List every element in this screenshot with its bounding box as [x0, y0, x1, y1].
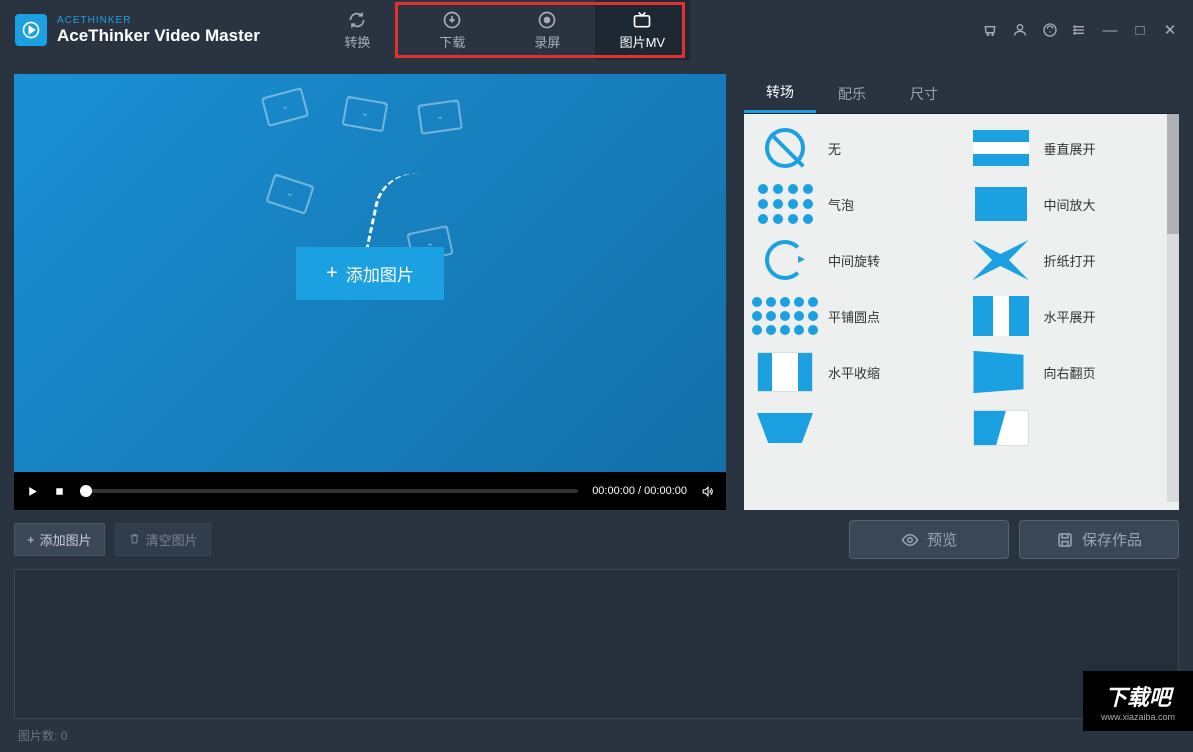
- app-logo: [15, 14, 47, 46]
- envelope-decoration: [342, 96, 389, 133]
- add-photo-button[interactable]: + 添加图片: [296, 247, 444, 300]
- main-area: + 添加图片 00:00:00 / 00:00:00 转场 配乐 尺寸 无 垂直…: [0, 60, 1193, 510]
- preview-column: + 添加图片 00:00:00 / 00:00:00: [14, 74, 726, 510]
- transition-flipright[interactable]: 向右翻页: [970, 348, 1170, 396]
- side-tabs: 转场 配乐 尺寸: [744, 74, 1179, 114]
- transition-bubble[interactable]: 气泡: [754, 180, 954, 228]
- close-button[interactable]: ✕: [1162, 22, 1178, 38]
- transition-origami[interactable]: 折纸打开: [970, 236, 1170, 284]
- tab-convert[interactable]: 转换: [310, 0, 405, 60]
- tab-music[interactable]: 配乐: [816, 74, 888, 113]
- side-panel: 转场 配乐 尺寸 无 垂直展开 气泡 中间放大 中间旋转 折纸打开 平铺圆点 水…: [744, 74, 1179, 510]
- transition-hexpand[interactable]: 水平展开: [970, 292, 1170, 340]
- time-display: 00:00:00 / 00:00:00: [592, 485, 687, 497]
- download-icon: [442, 10, 462, 30]
- player-controls: 00:00:00 / 00:00:00: [14, 472, 726, 510]
- save-icon: [1056, 531, 1074, 549]
- brand-subtitle: ACETHINKER: [57, 15, 260, 26]
- envelope-decoration: [265, 173, 314, 215]
- tab-record[interactable]: 录屏: [500, 0, 595, 60]
- transition-more1[interactable]: [754, 404, 954, 452]
- add-photo-small-button[interactable]: + 添加图片: [14, 523, 105, 556]
- footer-status: 图片数: 0: [0, 719, 1193, 752]
- preview-canvas[interactable]: + 添加图片: [14, 74, 726, 472]
- user-icon[interactable]: [1012, 22, 1028, 38]
- menu-icon[interactable]: [1072, 22, 1088, 38]
- envelope-decoration: [417, 99, 463, 135]
- transition-hshrink[interactable]: 水平收缩: [754, 348, 954, 396]
- volume-icon[interactable]: [701, 485, 714, 498]
- stop-icon[interactable]: [53, 485, 66, 498]
- transition-none[interactable]: 无: [754, 124, 954, 172]
- transitions-grid: 无 垂直展开 气泡 中间放大 中间旋转 折纸打开 平铺圆点 水平展开 水平收缩 …: [744, 114, 1179, 510]
- transition-vexpand[interactable]: 垂直展开: [970, 124, 1170, 172]
- watermark: 下载吧 www.xiazaiba.com: [1083, 671, 1193, 731]
- window-controls: — □ ✕: [982, 22, 1178, 38]
- envelope-decoration: [261, 87, 309, 127]
- tv-icon: [632, 10, 652, 30]
- brand-title: AceThinker Video Master: [57, 26, 260, 46]
- action-bar: + 添加图片 清空图片 预览 保存作品: [0, 510, 1193, 569]
- play-icon[interactable]: [26, 485, 39, 498]
- clear-photo-button[interactable]: 清空图片: [115, 523, 211, 556]
- transition-tiledots[interactable]: 平铺圆点: [754, 292, 954, 340]
- tab-download[interactable]: 下载: [405, 0, 500, 60]
- tab-size[interactable]: 尺寸: [888, 74, 960, 113]
- side-scrollbar[interactable]: [1167, 114, 1179, 502]
- tab-transition[interactable]: 转场: [744, 74, 816, 113]
- transition-rotate[interactable]: 中间旋转: [754, 236, 954, 284]
- trash-icon: [128, 532, 141, 548]
- support-icon[interactable]: [1042, 22, 1058, 38]
- minimize-button[interactable]: —: [1102, 22, 1118, 38]
- plus-icon: +: [27, 532, 35, 547]
- preview-button[interactable]: 预览: [849, 520, 1009, 559]
- refresh-icon: [347, 10, 367, 30]
- maximize-button[interactable]: □: [1132, 22, 1148, 38]
- tab-photomv[interactable]: 图片MV: [595, 0, 690, 60]
- plus-icon: +: [326, 262, 338, 285]
- progress-slider[interactable]: [80, 489, 578, 493]
- app-header: ACETHINKER AceThinker Video Master 转换 下载…: [0, 0, 1193, 60]
- cart-icon[interactable]: [982, 22, 998, 38]
- record-icon: [537, 10, 557, 30]
- transition-more2[interactable]: [970, 404, 1170, 452]
- eye-icon: [901, 531, 919, 549]
- save-button[interactable]: 保存作品: [1019, 520, 1179, 559]
- nav-tabs: 转换 下载 录屏 图片MV: [310, 0, 690, 60]
- transition-zoom[interactable]: 中间放大: [970, 180, 1170, 228]
- timeline[interactable]: [14, 569, 1179, 719]
- brand-text: ACETHINKER AceThinker Video Master: [57, 15, 260, 46]
